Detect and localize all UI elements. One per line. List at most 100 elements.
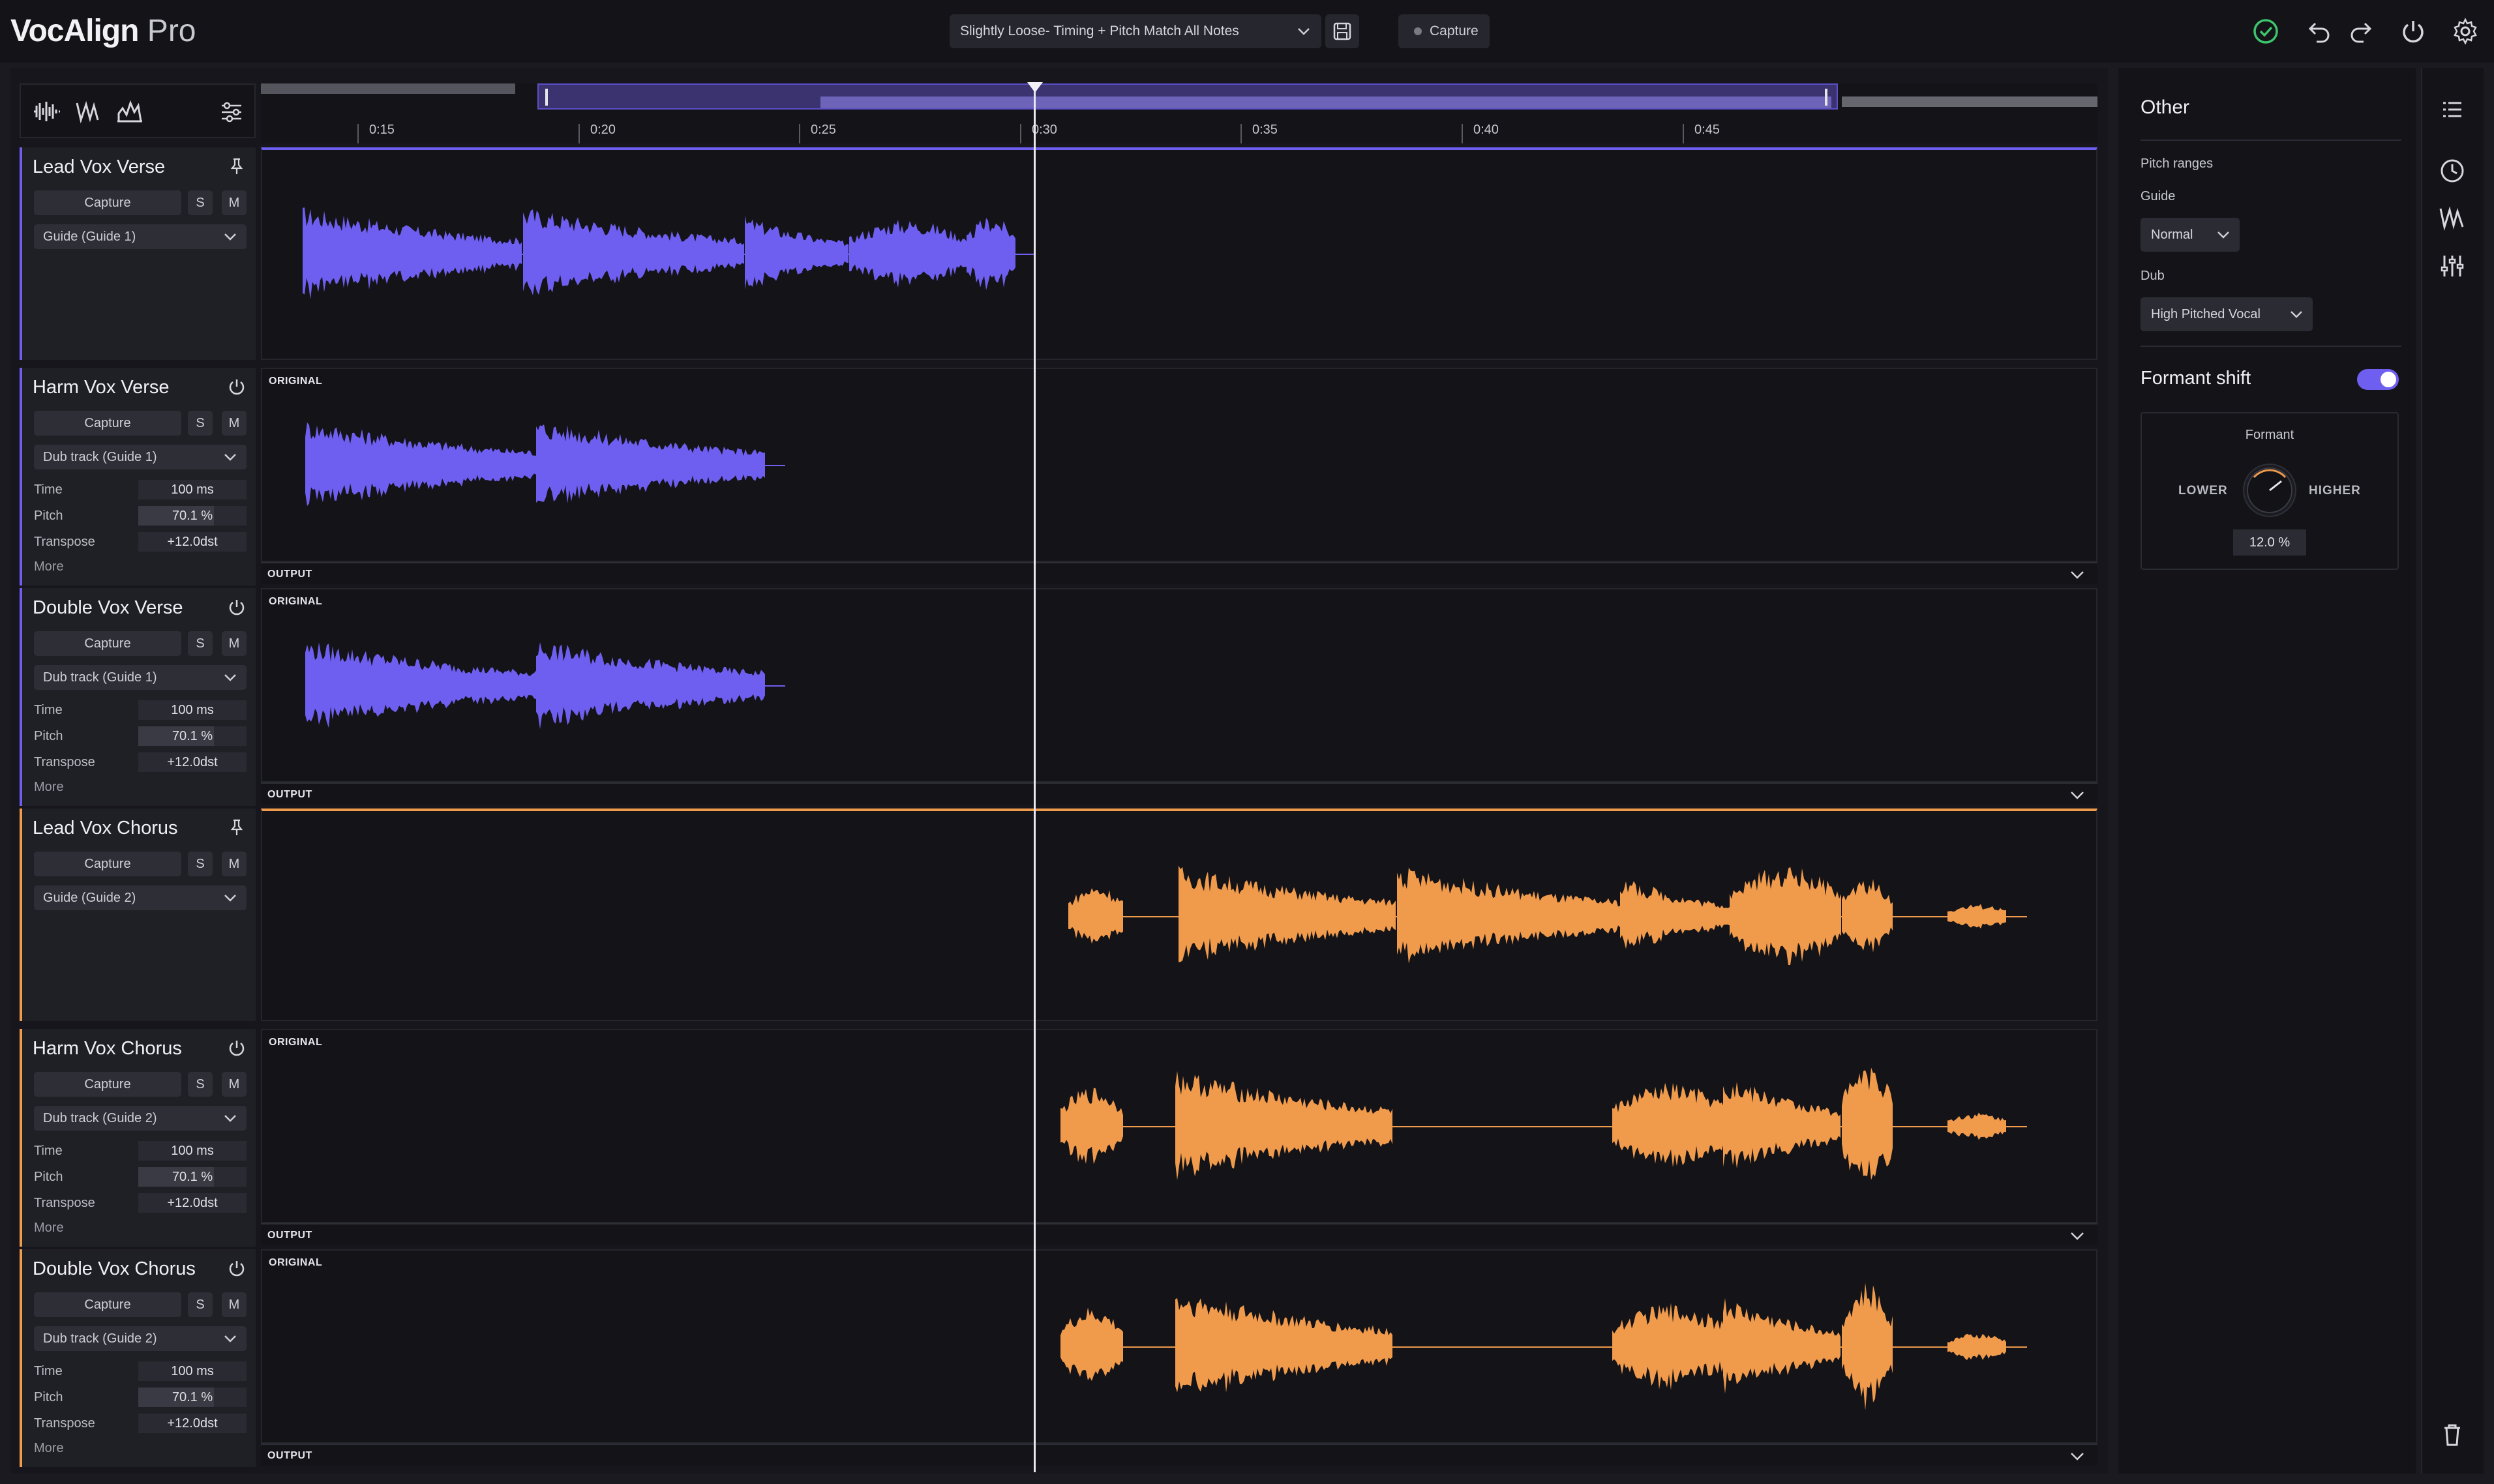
timeline-overview[interactable]: 0:15 0:20 0:25 0:30 0:35 0:40 0:45 [261, 83, 2097, 143]
redo-icon[interactable] [2345, 16, 2377, 47]
save-preset-button[interactable] [1325, 14, 1359, 48]
guide-dropdown[interactable]: Dub track (Guide 1) [34, 445, 247, 469]
trash-icon[interactable] [2437, 1419, 2468, 1450]
mixer-icon[interactable] [2437, 250, 2468, 282]
transpose-field[interactable]: +12.0dst [138, 1414, 247, 1433]
track-lane[interactable] [261, 147, 2097, 360]
track-power-icon[interactable] [227, 597, 247, 617]
solo-button[interactable]: S [188, 1292, 213, 1317]
waveform-shape [305, 422, 765, 506]
track-lane[interactable]: ORIGINAL [261, 588, 2097, 782]
panel-divider [2141, 140, 2401, 141]
mute-button[interactable]: M [222, 852, 247, 876]
chevron-down-icon[interactable] [2069, 566, 2086, 583]
output-bar[interactable]: OUTPUT [261, 1223, 2097, 1245]
guide-range-dropdown[interactable]: Normal [2141, 218, 2240, 252]
overview-left-handle[interactable] [545, 89, 548, 106]
dub-range-dropdown[interactable]: High Pitched Vocal [2141, 297, 2313, 331]
time-field[interactable]: 100 ms [138, 1361, 247, 1381]
capture-button[interactable]: Capture [34, 411, 181, 436]
waveform [1068, 865, 2027, 966]
playhead-marker[interactable] [1027, 82, 1043, 93]
chevron-down-icon[interactable] [2069, 786, 2086, 803]
pitch-field[interactable]: 70.1 % [138, 506, 247, 526]
capture-button[interactable]: Capture [34, 631, 181, 656]
histogram-icon[interactable] [115, 96, 145, 126]
pitch-field[interactable]: 70.1 % [138, 1388, 247, 1407]
guide-dropdown[interactable]: Dub track (Guide 2) [34, 1106, 247, 1131]
pin-icon[interactable] [227, 156, 247, 176]
output-label: OUTPUT [267, 789, 312, 800]
solo-button[interactable]: S [188, 852, 213, 876]
mute-button[interactable]: M [222, 1292, 247, 1317]
track-lane[interactable]: ORIGINAL [261, 368, 2097, 562]
sliders-icon[interactable] [217, 96, 247, 126]
clock-icon[interactable] [2437, 155, 2468, 186]
pitch-icon[interactable] [2437, 202, 2468, 233]
chevron-down-icon[interactable] [2069, 1447, 2086, 1464]
mute-button[interactable]: M [222, 1072, 247, 1097]
settings-gear-icon[interactable] [2450, 16, 2481, 47]
more-link[interactable]: More [34, 1441, 64, 1456]
capture-button[interactable]: Capture [34, 1072, 181, 1097]
track-lane[interactable]: ORIGINAL [261, 1249, 2097, 1444]
power-icon[interactable] [2397, 16, 2429, 47]
time-field[interactable]: 100 ms [138, 1141, 247, 1161]
capture-button[interactable]: Capture [34, 190, 181, 215]
ruler-tick [1683, 124, 1684, 143]
waveform-shape [303, 207, 1015, 300]
guide-dropdown[interactable]: Dub track (Guide 2) [34, 1326, 247, 1351]
undo-icon[interactable] [2304, 16, 2335, 47]
panel-title: Other [2141, 96, 2190, 118]
track-power-icon[interactable] [227, 1038, 247, 1058]
overview-right-handle[interactable] [1825, 89, 1827, 106]
guide-dropdown[interactable]: Dub track (Guide 1) [34, 665, 247, 690]
formant-value[interactable]: 12.0 % [2233, 529, 2306, 556]
transpose-label: Transpose [34, 535, 95, 549]
solo-button[interactable]: S [188, 631, 213, 656]
track-lane[interactable]: ORIGINAL [261, 1029, 2097, 1223]
waveform-icon[interactable] [31, 96, 61, 126]
output-bar[interactable]: OUTPUT [261, 782, 2097, 805]
formant-knob[interactable] [2242, 463, 2297, 518]
transpose-field[interactable]: +12.0dst [138, 532, 247, 552]
solo-button[interactable]: S [188, 1072, 213, 1097]
track-power-icon[interactable] [227, 1258, 247, 1278]
ruler-tick [799, 124, 800, 143]
output-bar[interactable]: OUTPUT [261, 1444, 2097, 1466]
track-lane[interactable] [261, 809, 2097, 1021]
capture-button[interactable]: Capture [34, 1292, 181, 1317]
pitch-field[interactable]: 70.1 % [138, 726, 247, 746]
more-link[interactable]: More [34, 1221, 64, 1236]
output-bar[interactable]: OUTPUT [261, 562, 2097, 584]
transpose-field[interactable]: +12.0dst [138, 1193, 247, 1213]
time-field[interactable]: 100 ms [138, 700, 247, 720]
overview-visible-window[interactable] [537, 83, 1838, 110]
transpose-field[interactable]: +12.0dst [138, 752, 247, 772]
solo-button[interactable]: S [188, 411, 213, 436]
pitch-field[interactable]: 70.1 % [138, 1167, 247, 1187]
pitch-curve-icon[interactable] [73, 96, 103, 126]
more-link[interactable]: More [34, 780, 64, 795]
chevron-down-icon[interactable] [2069, 1227, 2086, 1244]
list-icon[interactable] [2437, 94, 2468, 125]
guide-dropdown[interactable]: Guide (Guide 2) [34, 885, 247, 910]
track-power-icon[interactable] [227, 377, 247, 396]
playhead[interactable] [1034, 83, 1036, 1472]
capture-all-button[interactable]: Capture [1398, 14, 1490, 48]
guide-dropdown[interactable]: Guide (Guide 1) [34, 224, 247, 249]
track-header: Lead Vox Verse Capture S M Guide (Guide 1) [20, 147, 256, 360]
track-header: Double Vox Chorus Capture S M Dub track (Gui… [20, 1249, 256, 1467]
mute-button[interactable]: M [222, 411, 247, 436]
solo-button[interactable]: S [188, 190, 213, 215]
mute-button[interactable]: M [222, 631, 247, 656]
transpose-field-value: +12.0dst [167, 755, 218, 769]
more-link[interactable]: More [34, 559, 64, 574]
mute-button[interactable]: M [222, 190, 247, 215]
waveform-shape [1060, 1067, 2006, 1180]
pin-icon[interactable] [227, 818, 247, 837]
time-field[interactable]: 100 ms [138, 480, 247, 499]
formant-shift-toggle[interactable] [2357, 369, 2399, 390]
capture-button[interactable]: Capture [34, 852, 181, 876]
preset-dropdown[interactable]: Slightly Loose- Timing + Pitch Match All… [950, 14, 1321, 48]
